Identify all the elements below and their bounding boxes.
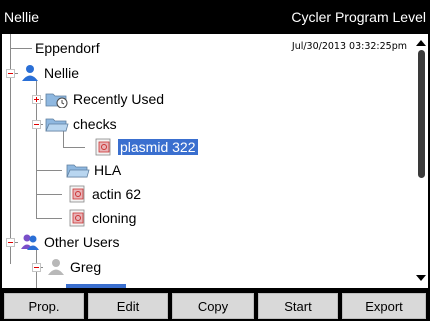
tree-item-checks[interactable]: checks [45, 112, 117, 136]
people-icon [21, 234, 39, 250]
recent-folder-icon [45, 93, 68, 108]
folder-icon [45, 118, 69, 132]
tree-item-label: Nellie [44, 65, 80, 81]
export-button[interactable]: Export [342, 293, 426, 319]
tree-line [63, 147, 85, 148]
scrollbar-thumb[interactable] [418, 50, 425, 178]
title-bar: Nellie Cycler Program Level [0, 0, 430, 34]
tree-item-plasmid-322[interactable]: plasmid 322 [94, 135, 198, 159]
folder-icon [66, 164, 90, 178]
timestamp: Jul/30/2013 03:32:25pm [291, 41, 407, 52]
scroll-down-arrow-icon[interactable] [415, 274, 427, 282]
tree-item-label: actin 62 [92, 186, 142, 202]
person-icon [48, 259, 64, 275]
tree-item-label: Greg [70, 259, 102, 275]
collapse-toggle[interactable] [6, 238, 15, 247]
tree-item-nellie[interactable]: Nellie [20, 61, 79, 85]
scroll-up-arrow-icon[interactable] [415, 39, 427, 47]
tree-item-hla[interactable]: HLA [66, 158, 121, 182]
button-bar: Prop. Edit Copy Start Export [0, 290, 430, 321]
tree-line [36, 218, 62, 219]
tree-item-greg[interactable]: Greg [46, 255, 101, 279]
level-title: Cycler Program Level [291, 9, 426, 25]
collapse-toggle[interactable] [32, 263, 41, 272]
tree-item-label: checks [73, 116, 117, 132]
tree-item-label: HLA [94, 162, 122, 178]
collapse-toggle[interactable] [6, 69, 15, 78]
program-file-icon [95, 138, 111, 156]
prop-button[interactable]: Prop. [4, 293, 84, 319]
cycler-screen: Nellie Cycler Program Level Jul/30/2013 … [0, 0, 430, 321]
tree-item-label: plasmid 322 [118, 139, 198, 155]
tree-line [10, 48, 32, 49]
tree-item-eppendorf[interactable]: Eppendorf [35, 36, 100, 60]
tree-item-label: Other Users [44, 234, 120, 250]
program-tree-panel: Jul/30/2013 03:32:25pm Eppendorf Nellie … [2, 34, 428, 288]
program-file-icon [69, 209, 85, 227]
expand-toggle[interactable] [32, 95, 41, 104]
tree-line [36, 194, 62, 195]
tree-item-label: Eppendorf [35, 40, 100, 56]
collapse-toggle[interactable] [32, 120, 41, 129]
tree-item-other-users[interactable]: Other Users [20, 230, 119, 254]
program-file-icon [69, 185, 85, 203]
tree-item-cloning[interactable]: cloning [68, 206, 136, 230]
tree-line [36, 170, 62, 171]
tree-item-label: cloning [92, 210, 137, 226]
copy-button[interactable]: Copy [172, 293, 254, 319]
tree-item-recently-used[interactable]: Recently Used [45, 87, 164, 111]
user-title: Nellie [4, 9, 40, 25]
partial-tree-item [66, 284, 126, 288]
tree-item-label: Recently Used [73, 91, 165, 107]
start-button[interactable]: Start [258, 293, 338, 319]
tree-item-actin-62[interactable]: actin 62 [68, 182, 141, 206]
edit-button[interactable]: Edit [88, 293, 168, 319]
person-icon [22, 65, 38, 81]
